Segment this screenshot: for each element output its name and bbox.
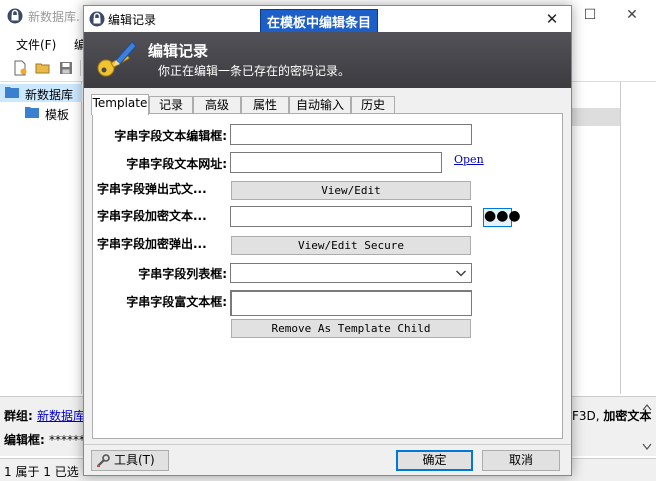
- info-field-line: 编辑框: *******: [4, 431, 91, 448]
- status-text: 1 属于 1 已选: [4, 465, 79, 479]
- encrypted-text-label: 字串字段加密文本...: [97, 209, 207, 223]
- popup-text-label: 字串字段弹出式文...: [97, 182, 207, 196]
- view-edit-button[interactable]: View/Edit: [231, 181, 471, 200]
- url-field[interactable]: [230, 152, 442, 173]
- tools-button[interactable]: 工具(T): [91, 450, 169, 471]
- banner-subtitle: 你正在编辑一条已存在的密码记录。: [158, 64, 351, 78]
- info-scrollbar[interactable]: [640, 401, 654, 453]
- listbox-dropdown[interactable]: [230, 263, 472, 283]
- template-tab-page: 字串字段文本编辑框: 字串字段文本网址: Open 字串字段弹出式文... Vi…: [92, 113, 563, 439]
- tab-advanced[interactable]: 高级: [193, 96, 241, 114]
- menu-file[interactable]: 文件(F): [16, 36, 56, 53]
- url-label: 字串字段文本网址:: [126, 157, 227, 171]
- listbox-label: 字串字段列表框:: [138, 267, 227, 281]
- folder-icon: [25, 107, 39, 118]
- view-edit-secure-button[interactable]: View/Edit Secure: [231, 236, 471, 255]
- key-pencil-icon: [97, 41, 137, 77]
- keepass-lock-icon: [7, 8, 23, 24]
- tree-item-root[interactable]: 新数据库: [0, 84, 82, 102]
- ok-button[interactable]: 确定: [396, 450, 473, 471]
- close-icon[interactable]: ✕: [617, 4, 647, 26]
- chevron-down-icon: [456, 270, 466, 277]
- banner-title: 编辑记录: [148, 42, 209, 60]
- cancel-button[interactable]: 取消: [482, 450, 560, 471]
- tab-auto-type[interactable]: 自动输入: [289, 96, 351, 114]
- tab-entry[interactable]: 记录: [149, 96, 193, 114]
- show-password-button[interactable]: ●●●: [483, 208, 521, 227]
- info-group-label: 群组:: [4, 409, 33, 423]
- open-folder-icon[interactable]: [35, 60, 51, 76]
- tab-properties[interactable]: 属性: [241, 96, 289, 114]
- list-divider: [620, 82, 621, 394]
- entry-row-selected[interactable]: [572, 108, 620, 126]
- toolbar-separator: [80, 60, 81, 76]
- template-callout: 在模板中编辑条目: [260, 9, 379, 34]
- tab-history[interactable]: 历史: [351, 96, 395, 114]
- dialog-title: 编辑记录: [108, 13, 157, 27]
- main-window-title: 新数据库.: [28, 10, 80, 24]
- wrench-icon: [97, 454, 110, 467]
- tools-button-label: 工具(T): [114, 453, 155, 467]
- tab-template[interactable]: Template: [91, 94, 149, 115]
- save-icon[interactable]: [58, 60, 74, 76]
- remove-template-child-button[interactable]: Remove As Template Child: [231, 319, 471, 338]
- new-database-icon[interactable]: [12, 60, 28, 76]
- tree-item-templates[interactable]: 模板: [0, 104, 82, 122]
- info-group-link[interactable]: 新数据库: [37, 409, 85, 423]
- info-right-value: F3D,: [572, 409, 600, 423]
- dialog-footer-divider: [84, 444, 571, 445]
- dialog-banner: 编辑记录 你正在编辑一条已存在的密码记录。: [84, 32, 571, 88]
- richtext-label: 字串字段富文本框:: [126, 295, 227, 309]
- encrypted-popup-label: 字串字段加密弹出...: [97, 237, 207, 251]
- keepass-lock-icon: [89, 11, 105, 27]
- open-url-link[interactable]: Open: [454, 153, 484, 166]
- close-icon[interactable]: ✕: [541, 8, 563, 30]
- tree-item-label: 模板: [45, 108, 70, 122]
- text-edit-field[interactable]: [230, 124, 472, 145]
- text-edit-label: 字串字段文本编辑框:: [114, 129, 227, 143]
- tree-item-label: 新数据库: [25, 88, 74, 102]
- maximize-icon[interactable]: ☐: [575, 4, 605, 26]
- database-folder-icon: [5, 87, 19, 98]
- group-tree: 新数据库 模板: [0, 82, 82, 394]
- edit-entry-dialog: 编辑记录 在模板中编辑条目 ✕ 编辑记录 你正在编辑一条已存在的密码记录。 Te…: [83, 5, 572, 476]
- info-group-line: 群组: 新数据库: [4, 407, 85, 424]
- richtext-field[interactable]: [230, 290, 472, 316]
- entry-list: [572, 82, 656, 394]
- info-field-label: 编辑框:: [4, 433, 45, 447]
- encrypted-text-field[interactable]: [230, 206, 472, 227]
- dialog-title-bar: 编辑记录 在模板中编辑条目 ✕: [84, 6, 571, 34]
